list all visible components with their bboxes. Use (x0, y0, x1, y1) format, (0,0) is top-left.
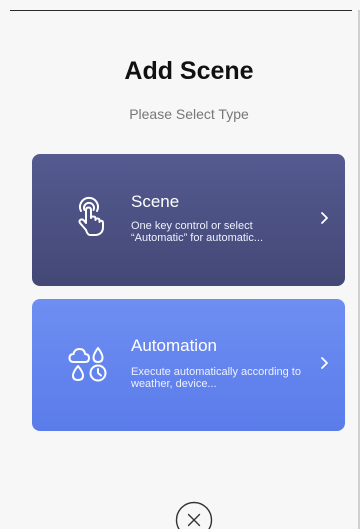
close-icon[interactable] (175, 501, 213, 529)
page-subtitle: Please Select Type (129, 106, 249, 122)
tap-hand-icon (78, 196, 104, 236)
scene-card[interactable]: Scene One key control or select “Automat… (32, 154, 345, 286)
top-divider (10, 10, 352, 11)
automation-description: Execute automatically according to weath… (131, 366, 301, 390)
chevron-right-icon (321, 212, 328, 224)
automation-card[interactable]: Automation Execute automatically accordi… (32, 299, 345, 431)
automation-title: Automation (131, 336, 217, 355)
page-title: Add Scene (124, 57, 254, 85)
weather-clock-icon (68, 347, 107, 382)
add-scene-page: Add Scene Please Select Type Scene One k… (0, 0, 360, 529)
chevron-right-icon (321, 357, 328, 369)
scene-description: One key control or select “Automatic” fo… (131, 220, 264, 244)
scene-title: Scene (131, 192, 180, 211)
